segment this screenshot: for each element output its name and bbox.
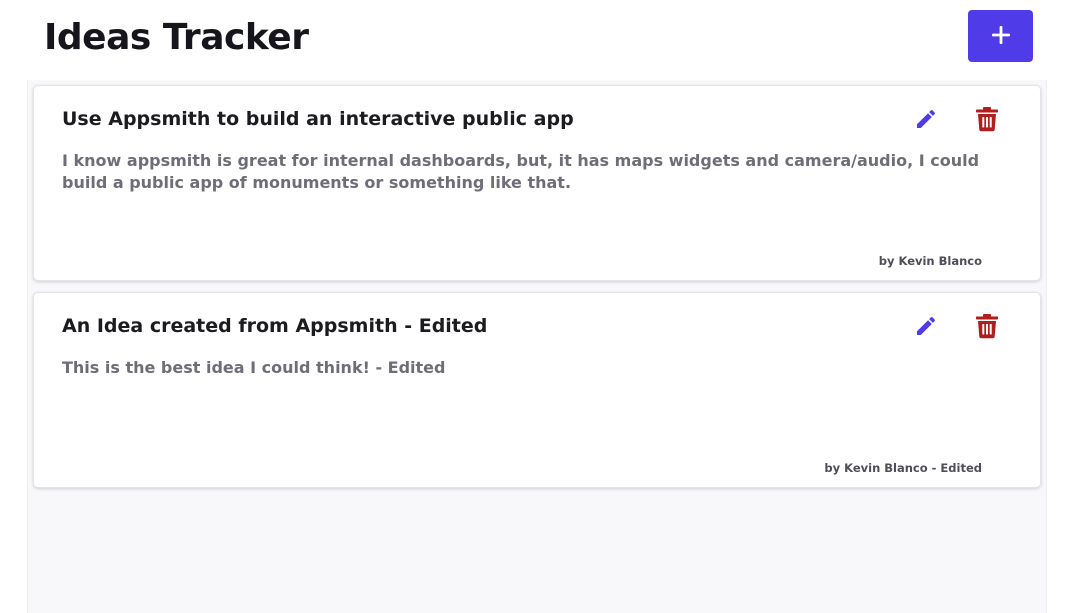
idea-author: by Kevin Blanco - Edited (824, 461, 982, 475)
add-idea-button[interactable] (968, 10, 1033, 62)
plus-icon (991, 25, 1011, 48)
page-title: Ideas Tracker (44, 17, 309, 58)
trash-icon (975, 106, 999, 135)
idea-card: Use Appsmith to build an interactive pub… (33, 85, 1041, 281)
delete-idea-button[interactable] (971, 311, 1003, 343)
idea-description: I know appsmith is great for internal da… (62, 151, 980, 192)
delete-idea-button[interactable] (971, 104, 1003, 136)
ideas-list: Use Appsmith to build an interactive pub… (27, 80, 1047, 613)
ideas-tracker-app: Ideas Tracker Use Appsmith to build an i… (0, 0, 1090, 613)
pencil-icon (914, 107, 938, 134)
trash-icon (975, 313, 999, 342)
idea-author: by Kevin Blanco (878, 254, 982, 268)
pencil-icon (914, 314, 938, 341)
edit-idea-button[interactable] (910, 311, 942, 343)
idea-title: An Idea created from Appsmith - Edited (62, 315, 488, 337)
edit-idea-button[interactable] (910, 104, 942, 136)
idea-description: This is the best idea I could think! - E… (62, 358, 446, 377)
idea-title: Use Appsmith to build an interactive pub… (62, 108, 574, 130)
idea-card: An Idea created from Appsmith - Edited T… (33, 292, 1041, 488)
